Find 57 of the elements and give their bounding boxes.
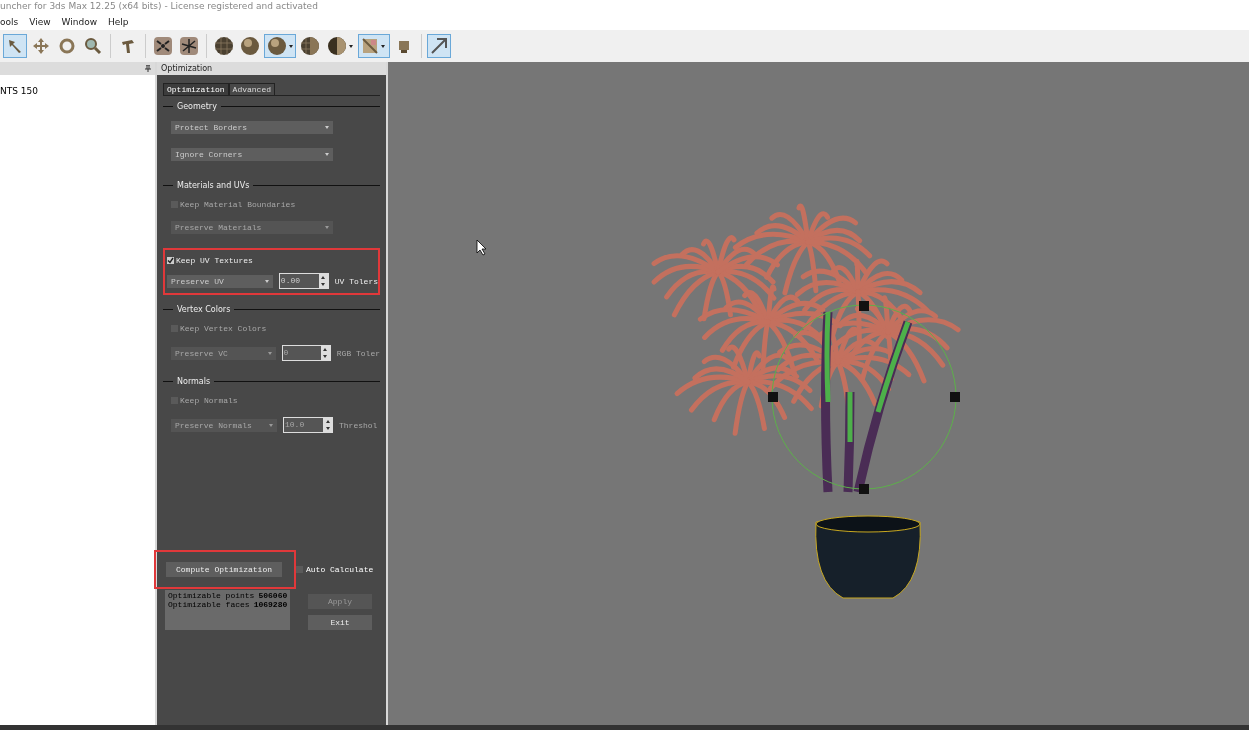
panel-title: Optimization — [161, 64, 213, 73]
grid-sphere-icon — [214, 36, 234, 56]
list-item: NTS 150 — [0, 86, 38, 96]
rotate-icon — [58, 37, 76, 55]
pointer-icon — [6, 37, 24, 55]
toolbar-button[interactable] — [177, 34, 201, 58]
star-icon — [179, 36, 199, 56]
magnifier-icon — [84, 37, 102, 55]
window-title: uncher for 3ds Max 12.25 (x64 bits) - License registered and activated — [0, 1, 318, 11]
dialog-button[interactable]: Exit — [308, 615, 372, 630]
field-label: RGB Toler — [336, 348, 380, 358]
checkbox-label: Keep Material Boundaries — [180, 200, 296, 209]
section-title: Materials and UVs — [177, 181, 250, 190]
section-title: Vertex Colors — [177, 305, 231, 314]
menu-item[interactable]: View — [29, 17, 51, 27]
texture-icon — [361, 37, 379, 55]
dropdown[interactable]: Preserve UV — [167, 274, 273, 288]
sphere-icon — [267, 36, 287, 56]
toolbar-button[interactable] — [151, 34, 175, 58]
half-sphere-icon — [327, 36, 347, 56]
menu-item[interactable]: Help — [108, 17, 129, 27]
spinner-field[interactable]: 0.00 — [278, 273, 329, 289]
section-title: Geometry — [177, 102, 217, 111]
field-label: UV Tolers — [334, 276, 378, 286]
compute-optimization-button[interactable]: Compute Optimization — [166, 562, 282, 577]
checkbox-label: Keep Vertex Colors — [180, 324, 267, 333]
move-icon — [32, 37, 50, 55]
section-title: Normals — [177, 377, 211, 386]
menu-item[interactable]: Window — [61, 17, 98, 27]
stat-value: 506060 — [258, 591, 288, 600]
checkbox-label: Keep UV Textures — [176, 256, 253, 265]
selection-gizmo[interactable] — [768, 301, 960, 494]
checkbox-label: Keep Normals — [180, 396, 238, 405]
cursor-icon — [476, 239, 487, 256]
block-icon — [396, 38, 412, 54]
checkbox[interactable] — [296, 566, 303, 573]
sphere-icon — [240, 36, 260, 56]
half-grid-sphere-icon — [300, 36, 320, 56]
dropdown-caret-icon[interactable] — [289, 44, 293, 48]
checkbox[interactable] — [167, 257, 174, 264]
dropdown[interactable]: Ignore Corners — [171, 148, 333, 161]
stat-value: 1069280 — [253, 600, 288, 609]
menu-item[interactable]: ools — [0, 17, 19, 27]
toolbar-button[interactable] — [298, 34, 322, 58]
field-label: Threshol — [339, 420, 378, 430]
tab[interactable]: Optimization — [163, 83, 229, 95]
diagonal-arrow-icon — [429, 36, 449, 56]
stat-label: Optimizable faces — [168, 600, 250, 609]
pin-icon[interactable] — [145, 65, 151, 72]
dropdown-caret-icon[interactable] — [349, 44, 353, 48]
checkbox-label: Auto Calculate — [306, 565, 374, 574]
render-icon — [153, 36, 173, 56]
tab[interactable]: Advanced — [228, 83, 275, 95]
dropdown[interactable]: Protect Borders — [171, 121, 333, 134]
toolbar-button[interactable] — [212, 34, 236, 58]
stat-label: Optimizable points — [168, 591, 255, 600]
dropdown-caret-icon[interactable] — [381, 44, 385, 48]
